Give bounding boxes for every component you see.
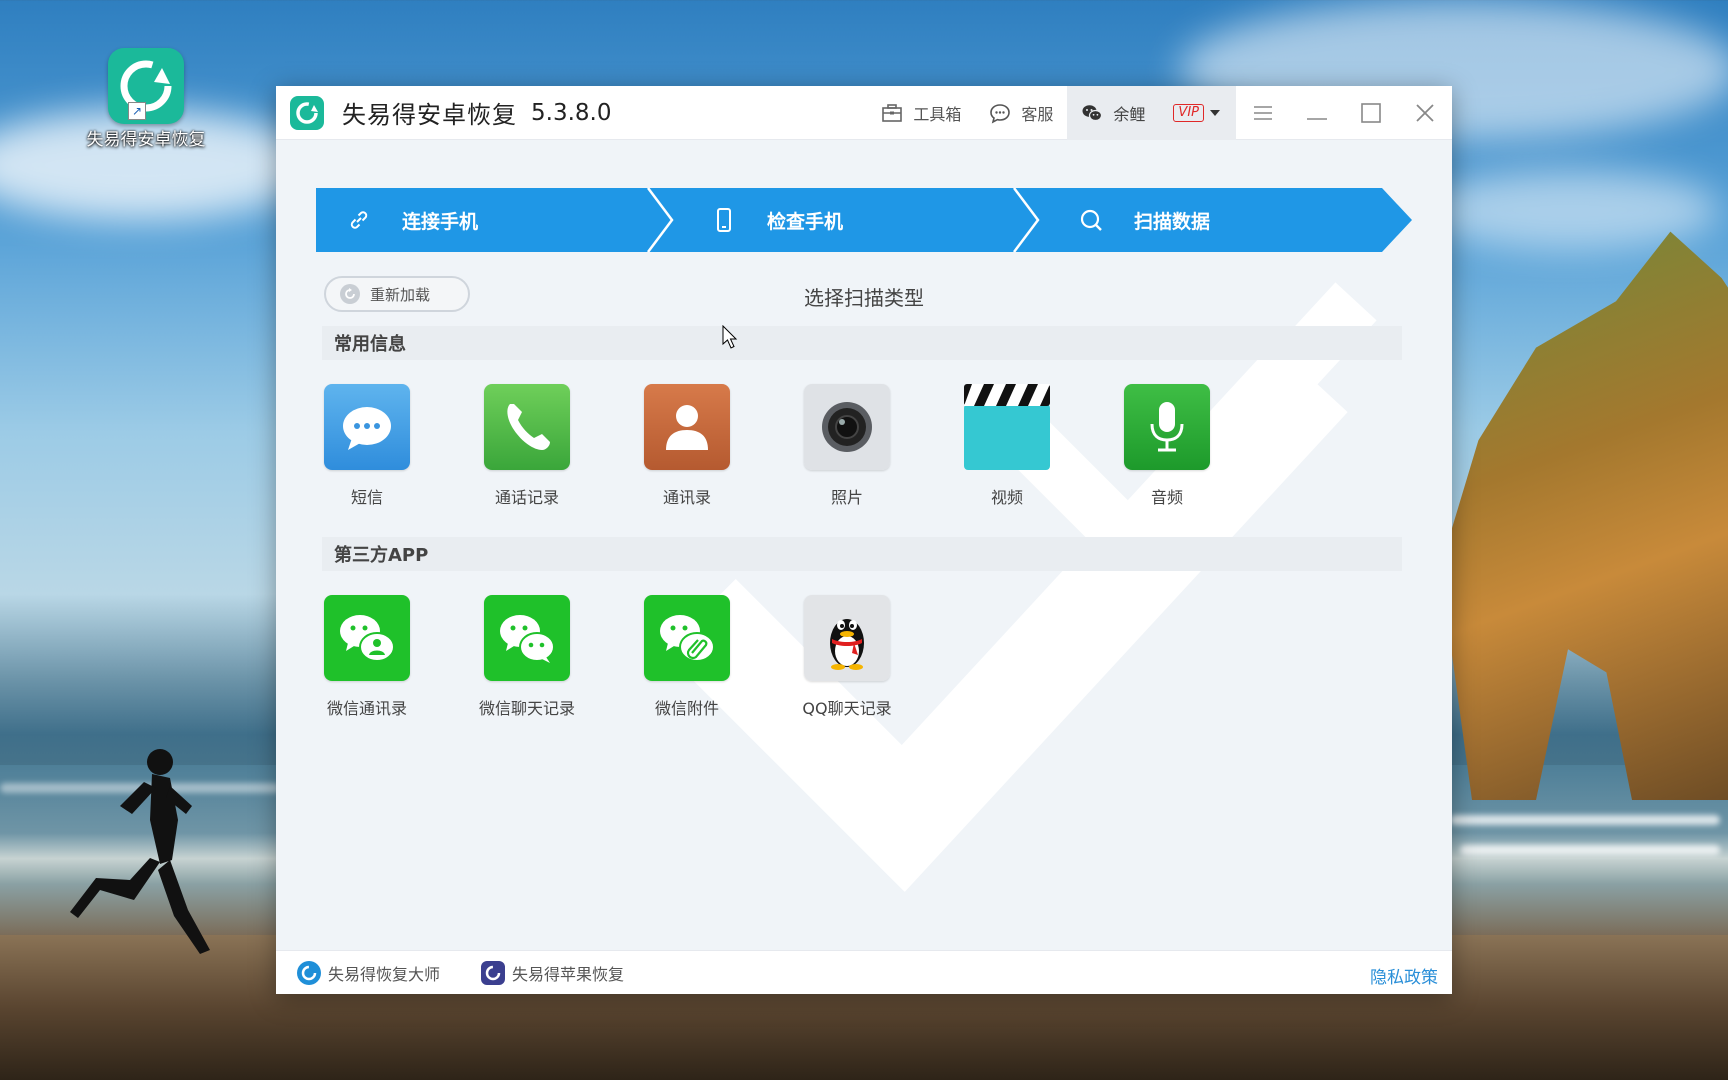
item-label: 微信附件: [654, 699, 719, 718]
app-title: 失易得安卓恢复: [342, 101, 517, 129]
scan-type-title: 选择扫描类型: [804, 286, 924, 310]
item-label: 照片: [830, 488, 863, 507]
minimize-button[interactable]: [1290, 86, 1344, 140]
app-logo-icon: [290, 95, 324, 130]
camera-icon: [804, 384, 890, 470]
scan-type-wechat-contacts[interactable]: 微信通讯录: [324, 595, 484, 719]
wechat-contacts-icon: [324, 595, 410, 681]
footer-link-recovery-master[interactable]: 失易得恢复大师: [296, 960, 440, 986]
toolbox-icon: [882, 104, 903, 122]
footer-link2-label: 失易得苹果恢复: [512, 964, 625, 984]
minimize-icon: [1307, 118, 1327, 120]
toolbox-label: 工具箱: [913, 105, 962, 124]
mouse-cursor-icon: [722, 325, 738, 349]
scan-type-qq-chat[interactable]: QQ聊天记录: [802, 595, 964, 719]
step-connect-phone: 连接手机: [346, 188, 478, 252]
sms-icon: [324, 384, 410, 470]
caret-down-icon: [1210, 110, 1220, 116]
title-bar[interactable]: 失易得安卓恢复 5.3.8.0 工具箱 客服 余鲤 VIP: [276, 86, 1452, 140]
vip-badge: VIP: [1173, 104, 1204, 122]
menu-button[interactable]: [1236, 86, 1290, 140]
desktop-cliff: [1440, 231, 1728, 800]
scan-type-call-log[interactable]: 通话记录: [484, 384, 644, 508]
item-label: 微信通讯录: [326, 699, 407, 718]
item-label: 短信: [350, 488, 383, 507]
step-1-label: 连接手机: [402, 210, 479, 233]
link-icon: [350, 211, 368, 229]
wechat-chat-icon: [484, 595, 570, 681]
app-version: 5.3.8.0: [531, 99, 612, 126]
item-label: 微信聊天记录: [479, 699, 576, 718]
microphone-icon: [1124, 384, 1210, 470]
maximize-button[interactable]: [1344, 86, 1398, 140]
search-icon: [1080, 209, 1102, 231]
step-scan-data: 扫描数据: [1078, 188, 1210, 252]
service-label: 客服: [1021, 105, 1054, 124]
contacts-icon: [644, 384, 730, 470]
app-shortcut-icon: ↗: [108, 48, 184, 124]
toolbox-button[interactable]: 工具箱: [867, 86, 975, 140]
close-icon: [1416, 104, 1434, 122]
customer-service-button[interactable]: 客服: [975, 86, 1067, 140]
privacy-policy-link[interactable]: 隐私政策: [1370, 963, 1438, 988]
apple-recovery-logo-icon: [481, 960, 506, 985]
footer-bar: 失易得恢复大师 失易得苹果恢复 隐私政策: [276, 950, 1452, 994]
recovery-master-logo-icon: [297, 960, 321, 985]
app-window: 失易得安卓恢复 5.3.8.0 工具箱 客服 余鲤 VIP 连接手机 检查手机 …: [276, 86, 1452, 994]
item-label: QQ聊天记录: [802, 699, 892, 718]
chat-bubble-icon: [990, 104, 1011, 124]
vip-dropdown[interactable]: VIP: [1173, 104, 1220, 122]
step-check-phone: 检查手机: [711, 188, 843, 252]
user-account-button[interactable]: 余鲤 VIP: [1067, 86, 1236, 140]
runner-silhouette: [70, 749, 210, 954]
section-third-party: 第三方APP: [322, 537, 1402, 571]
scan-type-photos[interactable]: 照片: [804, 384, 964, 508]
phone-outline-icon: [717, 208, 731, 232]
wechat-attachment-icon: [644, 595, 730, 681]
section-common-info: 常用信息: [322, 326, 1402, 360]
footer-link1-label: 失易得恢复大师: [328, 964, 441, 984]
item-label: 通讯录: [662, 488, 711, 507]
wechat-user-icon: [1082, 105, 1103, 122]
scan-type-contacts[interactable]: 通讯录: [644, 384, 804, 508]
clapperboard-icon: [964, 384, 1050, 470]
scan-type-audio[interactable]: 音频: [1124, 384, 1284, 508]
step-2-label: 检查手机: [767, 210, 844, 233]
hamburger-menu-icon: [1254, 106, 1272, 120]
desktop-icon-label: 失易得安卓恢复: [86, 130, 206, 150]
qq-penguin-icon: [804, 595, 890, 681]
step-3-label: 扫描数据: [1134, 210, 1211, 233]
third-party-items: 微信通讯录 微信聊天记录 微信附件 QQ聊天记录: [324, 595, 964, 719]
scan-type-video[interactable]: 视频: [964, 384, 1124, 508]
user-name: 余鲤: [1113, 105, 1146, 124]
scan-type-wechat-chat[interactable]: 微信聊天记录: [479, 595, 644, 719]
item-label: 音频: [1150, 488, 1183, 507]
title-toolbar: 工具箱 客服 余鲤 VIP: [867, 86, 1452, 140]
common-info-items: 短信 通话记录 通讯录 照片 视频 音频: [324, 384, 1284, 508]
maximize-icon: [1361, 103, 1381, 123]
item-label: 视频: [990, 488, 1023, 507]
phone-icon: [484, 384, 570, 470]
scan-type-wechat-attachments[interactable]: 微信附件: [644, 595, 804, 719]
close-button[interactable]: [1398, 86, 1452, 140]
item-label: 通话记录: [494, 488, 559, 507]
progress-steps: 连接手机 检查手机 扫描数据: [316, 188, 1412, 892]
shortcut-arrow-icon: ↗: [128, 102, 146, 120]
scan-type-sms[interactable]: 短信: [324, 384, 484, 508]
footer-link-apple-recovery[interactable]: 失易得苹果恢复: [480, 960, 624, 986]
desktop-app-shortcut[interactable]: ↗ 失易得安卓恢复: [84, 48, 208, 152]
